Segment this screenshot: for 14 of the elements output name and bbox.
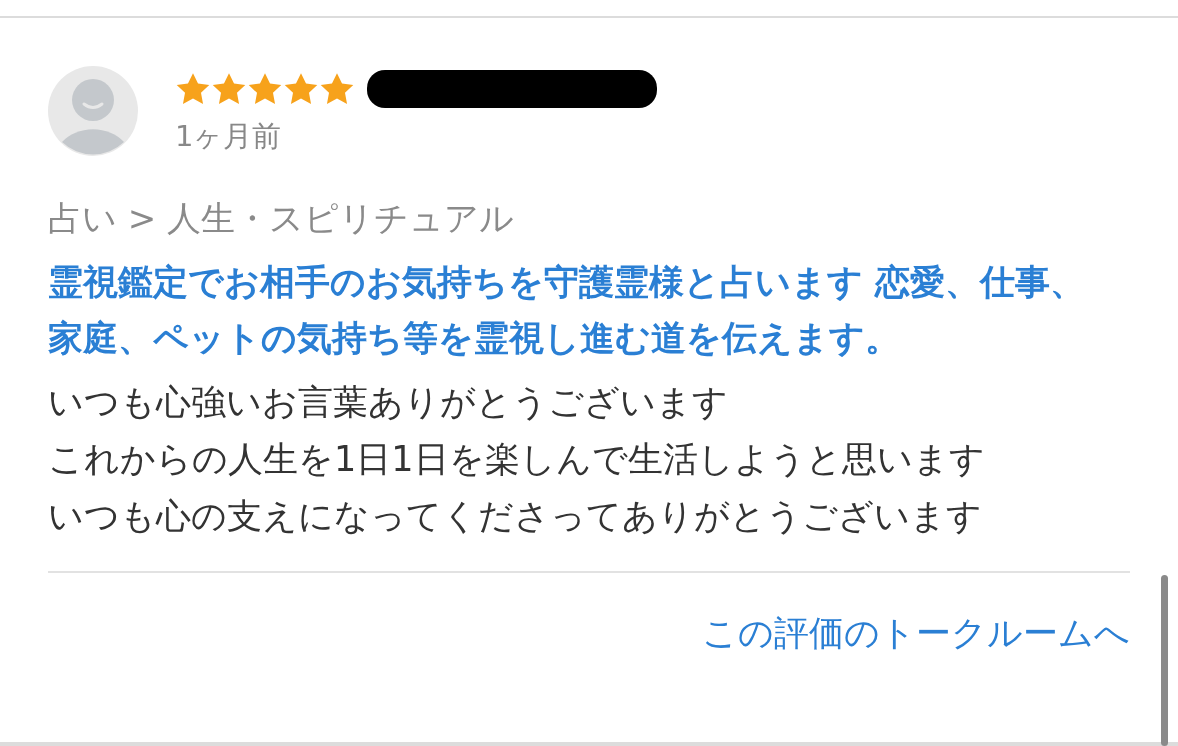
talkroom-link[interactable]: この評価のトークルームへ <box>702 611 1130 655</box>
star-icon <box>175 72 211 106</box>
star-icon <box>319 72 355 106</box>
star-icon <box>247 72 283 106</box>
review-comment-line: いつも心の支えになってくださってありがとうございます <box>48 495 983 538</box>
category-path: 占い > 人生・スピリチュアル <box>48 197 516 240</box>
avatar-icon <box>48 66 138 156</box>
review-comment-line: いつも心強いお言葉ありがとうございます <box>48 381 729 424</box>
review-time: 1ヶ月前 <box>175 118 283 155</box>
review-comment-line: これからの人生を1日1日を楽しんで生活しようと思います <box>48 438 986 481</box>
service-title-link[interactable]: 霊視鑑定でお相手のお気持ちを守護霊様と占います 恋愛、仕事、家庭、ペットの気持ち等を霊視し進む道を伝えます。 <box>48 254 1098 366</box>
star-icon <box>211 72 247 106</box>
star-icon <box>283 72 319 106</box>
scrollbar[interactable] <box>1161 575 1168 746</box>
